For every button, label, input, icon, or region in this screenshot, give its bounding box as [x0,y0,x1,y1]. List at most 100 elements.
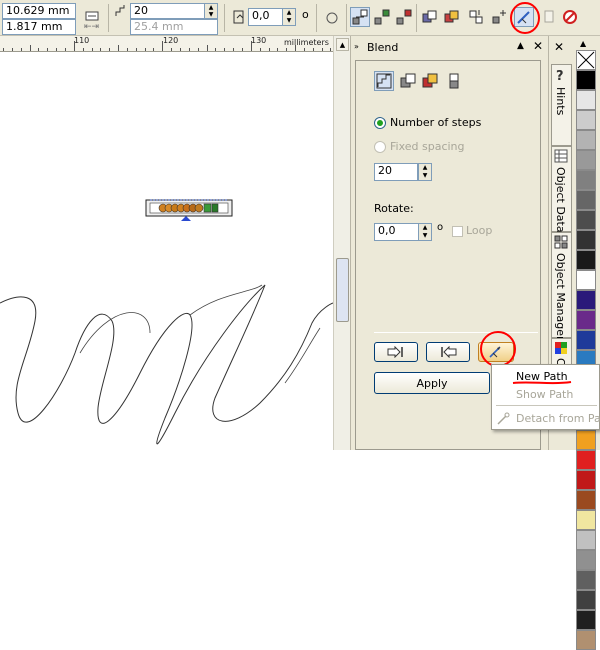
angle-stepper[interactable]: ▲ ▼ [282,8,296,26]
acceleration-tab-icon [400,73,416,88]
steps-spinner[interactable]: ▲ ▼ [418,163,432,181]
ruler-tick [3,48,4,51]
clockwise-blend-button[interactable] [372,7,392,27]
apply-label: Apply [416,376,448,390]
position-x-field[interactable]: 10.629 mm [2,3,76,19]
counterclockwise-blend-icon [396,9,412,25]
object-manager-icon [554,235,568,249]
ruler-tick [250,41,252,51]
blend-object[interactable] [145,199,233,221]
color-swatch[interactable] [576,150,596,170]
color-swatch[interactable] [576,490,596,510]
color-swatch[interactable] [576,330,596,350]
docker-minimize-icon[interactable]: ▲ [517,41,524,51]
loop-blend-button[interactable] [322,8,342,28]
color-swatch[interactable] [576,250,596,270]
detach-icon [497,412,510,425]
color-swatch[interactable] [576,190,596,210]
color-swatch[interactable] [576,450,596,470]
color-swatch[interactable] [576,570,596,590]
clear-blend-icon [563,10,577,24]
ruler-tick [215,48,217,51]
menu-detach-from-path[interactable]: Detach from Path [492,410,600,428]
menu-show-path[interactable]: Show Path [492,386,600,404]
color-swatch[interactable] [576,130,596,150]
color-swatch[interactable] [576,430,596,450]
ruler-tick [312,48,314,51]
color-swatch[interactable] [576,550,596,570]
color-swatch[interactable] [576,70,596,90]
copy-blend-button[interactable] [540,7,560,27]
tab-object-manager[interactable]: Object Manager [551,232,572,341]
vertical-scrollbar[interactable]: ▲ [333,36,350,450]
scroll-thumb[interactable] [336,258,349,322]
start-end-properties-button[interactable] [466,7,486,27]
color-swatch[interactable] [576,270,596,290]
color-swatch[interactable] [576,90,596,110]
color-swatch[interactable] [576,110,596,130]
color-accel-icon [444,10,459,23]
preset-icon [85,11,99,21]
rotate-icon [232,9,246,25]
docker-titlebar[interactable]: » Blend ▲ ✕ [351,36,549,60]
color-swatch[interactable] [576,230,596,250]
no-color-swatch[interactable] [576,50,596,70]
number-of-steps-radio[interactable] [374,117,386,129]
object-color-acceleration-button[interactable] [420,7,440,27]
color-swatch[interactable] [576,470,596,490]
tab-object-data[interactable]: Object Data [551,146,572,233]
direct-blend-icon [352,9,368,25]
rotate-spinner[interactable]: ▲ ▼ [418,223,432,241]
color-icon [555,342,567,354]
color-swatch[interactable] [576,310,596,330]
drawing-canvas[interactable] [0,53,334,450]
fixed-spacing-radio[interactable] [374,141,386,153]
color-swatch[interactable] [576,210,596,230]
miscellaneous-blend-options-button[interactable] [490,7,510,27]
tab-hints[interactable]: ? Hints [551,64,572,146]
freehand-path[interactable] [0,284,334,445]
direct-blend-button[interactable] [350,7,370,27]
loop-checkbox[interactable] [452,226,463,237]
hints-icon: ? [556,69,564,83]
degree-symbol: o [302,8,309,21]
apply-button[interactable]: Apply [374,372,490,394]
blend-spacing-input[interactable]: 25.4 mm [130,19,218,35]
misc-tab-icon [449,73,459,89]
blend-acceleration-tab[interactable] [398,71,418,91]
start-object-button[interactable] [374,342,418,362]
ruler-tick [330,48,332,51]
color-swatch[interactable] [576,170,596,190]
color-swatch[interactable] [576,610,596,630]
docker-close-icon[interactable]: ✕ [533,39,543,53]
ruler-tick [82,48,84,51]
blend-misc-tab[interactable] [444,71,464,91]
ruler-tick [118,45,120,51]
scroll-up-button[interactable]: ▲ [336,38,349,51]
color-swatch[interactable] [576,290,596,310]
end-object-button[interactable] [426,342,470,362]
close-all-dockers-icon[interactable]: ✕ [554,40,564,54]
ruler-tick [64,48,66,51]
blend-steps-tab[interactable] [374,71,394,91]
counterclockwise-blend-button[interactable] [394,7,414,27]
palette-scroll-up-icon[interactable]: ▲ [580,39,586,48]
tab-object-manager-label: Object Manager [554,253,567,341]
color-swatch[interactable] [576,510,596,530]
clear-blend-button[interactable] [560,7,580,27]
color-acceleration-button[interactable] [442,7,462,27]
loop-icon [326,12,338,24]
steps-stepper[interactable]: ▲ ▼ [204,3,218,19]
rotate-input[interactable]: 0,0 [374,223,420,241]
svg-text:?: ? [556,69,564,83]
steps-input[interactable]: 20 [374,163,418,181]
color-swatch[interactable] [576,630,596,650]
ruler-tick [295,45,297,51]
collapse-icon[interactable]: » [354,42,359,51]
ruler-tick [38,48,40,51]
start-end-icon [469,10,483,24]
blend-color-tab[interactable] [420,71,440,91]
position-y-field[interactable]: 1.817 mm [2,19,76,35]
color-swatch[interactable] [576,530,596,550]
color-swatch[interactable] [576,590,596,610]
